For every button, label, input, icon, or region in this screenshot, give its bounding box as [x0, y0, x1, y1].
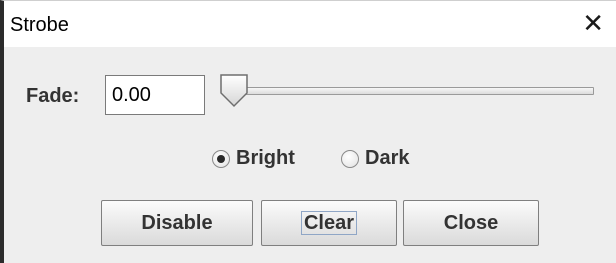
fade-label: Fade: — [26, 85, 80, 107]
close-button[interactable]: Close — [403, 200, 539, 246]
fade-input[interactable] — [105, 75, 205, 115]
bright-radio[interactable] — [212, 150, 230, 168]
disable-button-label: Disable — [141, 212, 213, 234]
title-bar[interactable]: Strobe ✕ — [4, 1, 616, 47]
fade-slider-track[interactable] — [228, 87, 594, 95]
clear-button[interactable]: Clear — [261, 200, 397, 246]
strobe-dialog: Strobe ✕ Fade: Bright Dark Disable Clear… — [0, 0, 616, 263]
close-button-label: Close — [443, 212, 499, 234]
fade-slider-thumb[interactable] — [218, 73, 250, 109]
mode-radio-group: Bright Dark — [4, 147, 616, 177]
window-title: Strobe — [10, 14, 69, 36]
close-icon[interactable]: ✕ — [582, 11, 604, 37]
bright-radio-label[interactable]: Bright — [236, 147, 295, 170]
dark-radio[interactable] — [341, 150, 359, 168]
disable-button[interactable]: Disable — [101, 200, 253, 246]
dark-radio-label[interactable]: Dark — [365, 147, 409, 170]
clear-button-label: Clear — [300, 211, 358, 235]
